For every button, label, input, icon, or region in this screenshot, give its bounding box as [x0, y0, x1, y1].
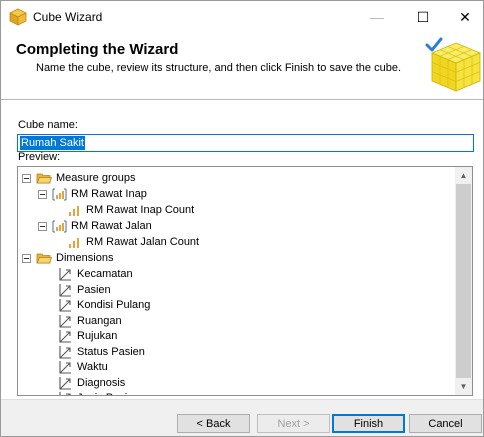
vertical-scrollbar[interactable]: ▲ ▼ [455, 167, 472, 395]
wizard-header: Completing the Wizard Name the cube, rev… [1, 33, 483, 100]
tree-node-label: Status Pasien [77, 346, 145, 358]
back-button-label: < Back [196, 417, 231, 430]
close-button[interactable]: ✕ [445, 1, 483, 33]
tree-node-dimension[interactable]: Jenis Pasien [58, 390, 139, 395]
tree-node-dimension[interactable]: Rujukan [58, 328, 117, 344]
dimension-icon [59, 346, 71, 359]
tree-node-dimension[interactable]: Waktu [58, 359, 108, 375]
dimension-icon [59, 377, 71, 390]
tree-node-measure-groups[interactable]: Measure groups [22, 170, 136, 186]
title-bar: Cube Wizard — ☐ ✕ [1, 1, 483, 33]
preview-tree[interactable]: Measure groups RM Rawat Inap RM Rawat In… [17, 166, 473, 396]
tree-node-label: Waktu [77, 361, 108, 373]
tree-node-label: Diagnosis [77, 377, 126, 389]
cube-wizard-window: Cube Wizard — ☐ ✕ Completing the Wizard … [0, 0, 484, 437]
collapse-toggle-icon[interactable] [22, 253, 31, 263]
measure-icon [69, 237, 79, 248]
cancel-button-label: Cancel [428, 417, 463, 430]
finish-button[interactable]: Finish [332, 414, 405, 433]
tree-node-label: Jenis Pasien [77, 392, 139, 395]
tree-node-dimension[interactable]: Kondisi Pulang [58, 297, 150, 313]
cancel-button[interactable]: Cancel [409, 414, 482, 433]
dimension-icon [59, 284, 71, 297]
tree-node-rm-rawat-jalan[interactable]: RM Rawat Jalan [38, 218, 152, 234]
back-button[interactable]: < Back [177, 414, 250, 433]
collapse-toggle-icon[interactable] [38, 221, 47, 231]
dimension-icon [59, 361, 71, 374]
tree-node-dimension[interactable]: Ruangan [58, 313, 122, 329]
folder-open-icon [36, 173, 52, 183]
cube-name-input[interactable]: Rumah Sakit [17, 134, 474, 152]
page-subtitle: Name the cube, review its structure, and… [36, 62, 402, 74]
finish-button-label: Finish [353, 417, 384, 430]
measure-group-icon [52, 188, 67, 200]
tree-node-label: Ruangan [77, 315, 122, 327]
cube-name-label-text: Cube name: [18, 119, 78, 131]
tree-node-label: RM Rawat Inap [71, 188, 147, 200]
dimension-icon [59, 315, 71, 328]
tree-node-label: RM Rawat Jalan [71, 220, 152, 232]
tree-node-label: Rujukan [77, 330, 118, 342]
collapse-toggle-icon[interactable] [38, 189, 47, 199]
measure-group-icon [52, 220, 67, 232]
scroll-down-arrow-icon[interactable]: ▼ [455, 378, 472, 395]
next-button[interactable]: Next > [257, 414, 330, 433]
tree-node-dimensions[interactable]: Dimensions [22, 250, 113, 266]
tree-node-label: RM Rawat Inap Count [86, 204, 195, 216]
dimension-icon [59, 330, 71, 343]
maximize-button[interactable]: ☐ [403, 1, 443, 33]
scrollbar-thumb[interactable] [456, 184, 471, 378]
preview-label: Preview: [18, 151, 60, 163]
tree-node-dimension[interactable]: Diagnosis [58, 375, 125, 391]
measure-icon [69, 205, 79, 216]
wizard-footer: < Back Next > Finish Cancel [1, 399, 483, 436]
dimension-icon [59, 299, 71, 312]
tree-node-label: RM Rawat Jalan Count [86, 236, 200, 248]
tree-node-label: Pasien [77, 284, 111, 296]
tree-node-label: Measure groups [56, 172, 136, 184]
next-button-label: Next > [277, 417, 310, 430]
tree-node-dimension[interactable]: Status Pasien [58, 344, 145, 360]
tree-node-measure[interactable]: RM Rawat Jalan Count [68, 234, 199, 250]
tree-node-label: Kondisi Pulang [77, 299, 151, 311]
tree-node-label: Kecamatan [77, 268, 133, 280]
collapse-toggle-icon[interactable] [22, 173, 31, 183]
dimension-icon [59, 392, 71, 395]
window-title: Cube Wizard [33, 10, 103, 24]
cube-name-label: Cube name: [18, 119, 78, 131]
preview-tree-content: Measure groups RM Rawat Inap RM Rawat In… [18, 167, 454, 395]
scroll-up-arrow-icon[interactable]: ▲ [455, 167, 472, 184]
cube-name-value: Rumah Sakit [20, 136, 85, 150]
tree-node-measure[interactable]: RM Rawat Inap Count [68, 202, 194, 218]
tree-node-dimension[interactable]: Pasien [58, 282, 111, 298]
page-title: Completing the Wizard [16, 41, 179, 58]
tree-node-dimension[interactable]: Kecamatan [58, 266, 133, 282]
tree-node-rm-rawat-inap[interactable]: RM Rawat Inap [38, 186, 147, 202]
preview-label-text: Preview: [18, 151, 61, 163]
tree-node-label: Dimensions [56, 252, 114, 264]
folder-open-icon [36, 253, 52, 263]
cube-icon [9, 8, 27, 26]
cube-check-icon [425, 37, 482, 92]
minimize-button[interactable]: — [357, 1, 397, 33]
dimension-icon [59, 268, 71, 281]
